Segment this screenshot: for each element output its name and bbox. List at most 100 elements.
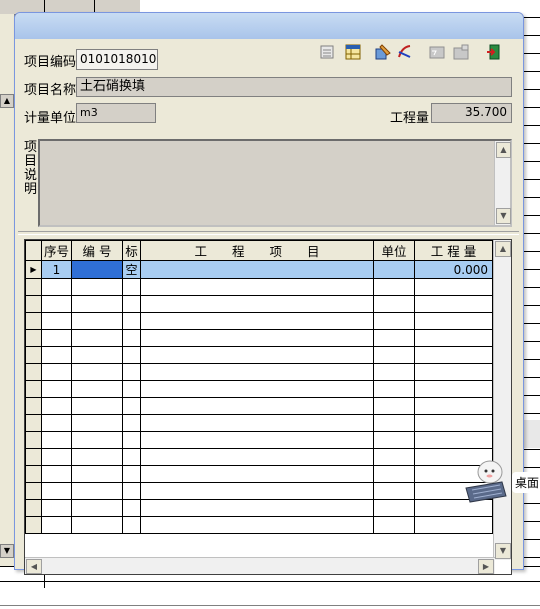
cell-flag[interactable] [122, 397, 141, 415]
cell-code[interactable] [71, 278, 123, 296]
cell-item[interactable] [140, 380, 374, 398]
cell-quantity[interactable] [414, 278, 493, 296]
scroll-up-icon[interactable]: ▲ [495, 241, 511, 257]
cell-quantity[interactable] [414, 516, 493, 534]
cell-unit[interactable] [373, 278, 415, 296]
cell-item[interactable] [140, 397, 374, 415]
cell-item[interactable] [140, 482, 374, 500]
cell-flag[interactable]: 空 [122, 260, 141, 279]
edit-icon[interactable] [374, 43, 392, 61]
cell-seq[interactable]: 1 [41, 260, 72, 279]
description-scrollbar[interactable]: ▲ ▼ [494, 141, 511, 225]
cell-seq[interactable] [41, 414, 72, 432]
cell-seq[interactable] [41, 465, 72, 483]
table-row[interactable] [25, 278, 493, 296]
cell-flag[interactable] [122, 312, 141, 330]
cell-unit[interactable] [373, 329, 415, 347]
scroll-up-icon[interactable]: ▲ [0, 94, 14, 108]
cell-quantity[interactable]: 0.000 [414, 260, 493, 279]
cell-flag[interactable] [122, 431, 141, 449]
scroll-down-icon[interactable]: ▼ [495, 543, 511, 559]
cell-quantity[interactable] [414, 346, 493, 364]
cell-unit[interactable] [373, 448, 415, 466]
cell-flag[interactable] [122, 295, 141, 313]
table-row[interactable] [25, 329, 493, 347]
title-bar[interactable] [15, 13, 523, 39]
table-row[interactable] [25, 516, 493, 534]
exit-icon[interactable] [486, 43, 504, 61]
cell-seq[interactable] [41, 499, 72, 517]
cell-seq[interactable] [41, 431, 72, 449]
scroll-down-icon[interactable]: ▼ [0, 544, 14, 558]
cell-quantity[interactable] [414, 431, 493, 449]
cell-seq[interactable] [41, 482, 72, 500]
cell-item[interactable] [140, 346, 374, 364]
table-row[interactable]: ▶ 1 空 0.000 [25, 260, 493, 279]
cell-flag[interactable] [122, 363, 141, 381]
name-field[interactable]: 土石硝换填 [76, 77, 512, 97]
cell-seq[interactable] [41, 448, 72, 466]
cell-seq[interactable] [41, 278, 72, 296]
cell-item[interactable] [140, 278, 374, 296]
column-header-item[interactable]: 工 程 项 目 [140, 240, 374, 261]
cell-code[interactable] [71, 431, 123, 449]
cell-seq[interactable] [41, 346, 72, 364]
cell-flag[interactable] [122, 465, 141, 483]
cell-code[interactable] [71, 346, 123, 364]
unit-field[interactable]: m3 [76, 103, 156, 123]
scroll-right-icon[interactable]: ▶ [478, 559, 494, 574]
cell-flag[interactable] [122, 414, 141, 432]
cell-unit[interactable] [373, 482, 415, 500]
cell-seq[interactable] [41, 516, 72, 534]
cell-quantity[interactable] [414, 363, 493, 381]
cell-item[interactable] [140, 312, 374, 330]
desktop-pet-widget[interactable]: 桌面 [462, 458, 540, 504]
grid-icon[interactable] [318, 43, 336, 61]
table-icon[interactable] [344, 43, 362, 61]
cell-quantity[interactable] [414, 329, 493, 347]
cell-flag[interactable] [122, 482, 141, 500]
cell-unit[interactable] [373, 380, 415, 398]
cell-flag[interactable] [122, 499, 141, 517]
table-row[interactable] [25, 465, 493, 483]
scroll-up-icon[interactable]: ▲ [496, 142, 511, 158]
cell-quantity[interactable] [414, 414, 493, 432]
cell-seq[interactable] [41, 397, 72, 415]
cell-flag[interactable] [122, 516, 141, 534]
cell-quantity[interactable] [414, 380, 493, 398]
scroll-left-icon[interactable]: ◀ [26, 559, 42, 574]
cell-unit[interactable] [373, 260, 415, 279]
cell-seq[interactable] [41, 329, 72, 347]
description-textarea[interactable]: ▲ ▼ [38, 139, 512, 227]
cell-item[interactable] [140, 499, 374, 517]
cell-unit[interactable] [373, 312, 415, 330]
table-row[interactable] [25, 295, 493, 313]
cell-flag[interactable] [122, 448, 141, 466]
cell-code[interactable] [71, 482, 123, 500]
cell-code[interactable] [71, 312, 123, 330]
grid-horizontal-scrollbar[interactable]: ◀ ▶ [25, 557, 495, 574]
table-row[interactable] [25, 414, 493, 432]
cell-seq[interactable] [41, 363, 72, 381]
cell-item[interactable] [140, 260, 374, 279]
cell-code[interactable] [71, 363, 123, 381]
cell-code[interactable] [71, 397, 123, 415]
cell-code[interactable] [71, 516, 123, 534]
cell-code[interactable] [71, 499, 123, 517]
cell-unit[interactable] [373, 431, 415, 449]
table-row[interactable] [25, 431, 493, 449]
table-row[interactable] [25, 346, 493, 364]
column-header-flag[interactable]: 标 [122, 240, 141, 261]
cell-item[interactable] [140, 363, 374, 381]
column-header-code[interactable]: 编 号 [71, 240, 123, 261]
cell-unit[interactable] [373, 516, 415, 534]
column-header-seq[interactable]: 序号 [41, 240, 72, 261]
cell-item[interactable] [140, 414, 374, 432]
cell-item[interactable] [140, 329, 374, 347]
cell-code[interactable] [71, 295, 123, 313]
cell-unit[interactable] [373, 465, 415, 483]
cell-item[interactable] [140, 295, 374, 313]
cell-item[interactable] [140, 448, 374, 466]
cell-unit[interactable] [373, 499, 415, 517]
cell-unit[interactable] [373, 295, 415, 313]
